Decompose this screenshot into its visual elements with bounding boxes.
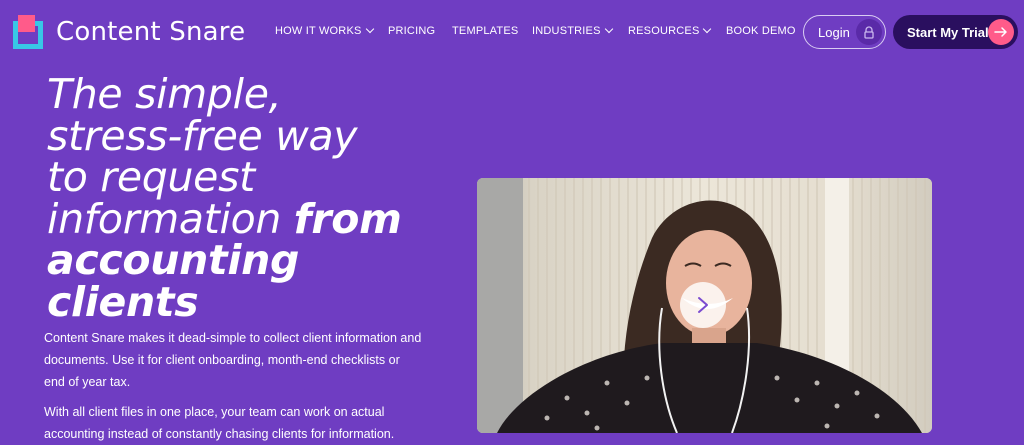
- nav-book-demo-label: BOOK DEMO: [726, 25, 796, 37]
- nav-how-it-works[interactable]: HOW IT WORKS: [275, 24, 374, 37]
- login-label: Login: [818, 24, 850, 40]
- hero-title-emphasis: accounting: [47, 236, 300, 284]
- hero-secondary-description: With all client files in one place, your…: [44, 405, 395, 441]
- chevron-down-icon: [604, 24, 613, 34]
- video-play-button[interactable]: [680, 282, 726, 328]
- start-trial-label: Start My Trial: [907, 24, 989, 40]
- chevron-down-icon: [703, 24, 712, 34]
- hero-title: The simple, stress-free way to request i…: [47, 70, 447, 326]
- nav-resources[interactable]: RESOURCES: [628, 24, 712, 37]
- hero-title-line: The simple,: [47, 70, 282, 118]
- lock-icon: [856, 19, 882, 45]
- nav-pricing-label: PRICING: [388, 25, 436, 37]
- nav-pricing[interactable]: PRICING: [388, 25, 435, 37]
- content-snare-logo-icon[interactable]: [13, 15, 45, 49]
- hero-description: Content Snare makes it dead-simple to co…: [44, 331, 422, 389]
- logo-pink-square: [18, 15, 35, 32]
- nav-industries[interactable]: INDUSTRIES: [532, 24, 613, 37]
- start-trial-button[interactable]: Start My Trial: [893, 15, 1018, 49]
- login-button[interactable]: Login: [803, 15, 886, 49]
- nav-industries-label: INDUSTRIES: [532, 25, 601, 37]
- arrow-right-icon: [988, 19, 1014, 45]
- hero-title-line: stress-free way: [47, 111, 358, 160]
- brand-name[interactable]: Content Snare: [56, 17, 245, 47]
- play-icon: [698, 297, 708, 313]
- nav-how-it-works-label: HOW IT WORKS: [275, 25, 362, 37]
- nav-templates-label: TEMPLATES: [452, 25, 519, 37]
- nav-templates[interactable]: TEMPLATES: [452, 25, 518, 37]
- nav-resources-label: RESOURCES: [628, 25, 700, 37]
- site-header: Content Snare HOW IT WORKS PRICING TEMPL…: [0, 0, 1024, 64]
- nav-book-demo[interactable]: BOOK DEMO: [726, 25, 796, 37]
- hero-title-emphasis: clients: [47, 277, 199, 326]
- hero-title-line: information from: [47, 198, 447, 241]
- hero-title-emphasis: from: [293, 194, 402, 243]
- chevron-down-icon: [365, 24, 374, 34]
- hero-title-line: to request: [47, 153, 255, 201]
